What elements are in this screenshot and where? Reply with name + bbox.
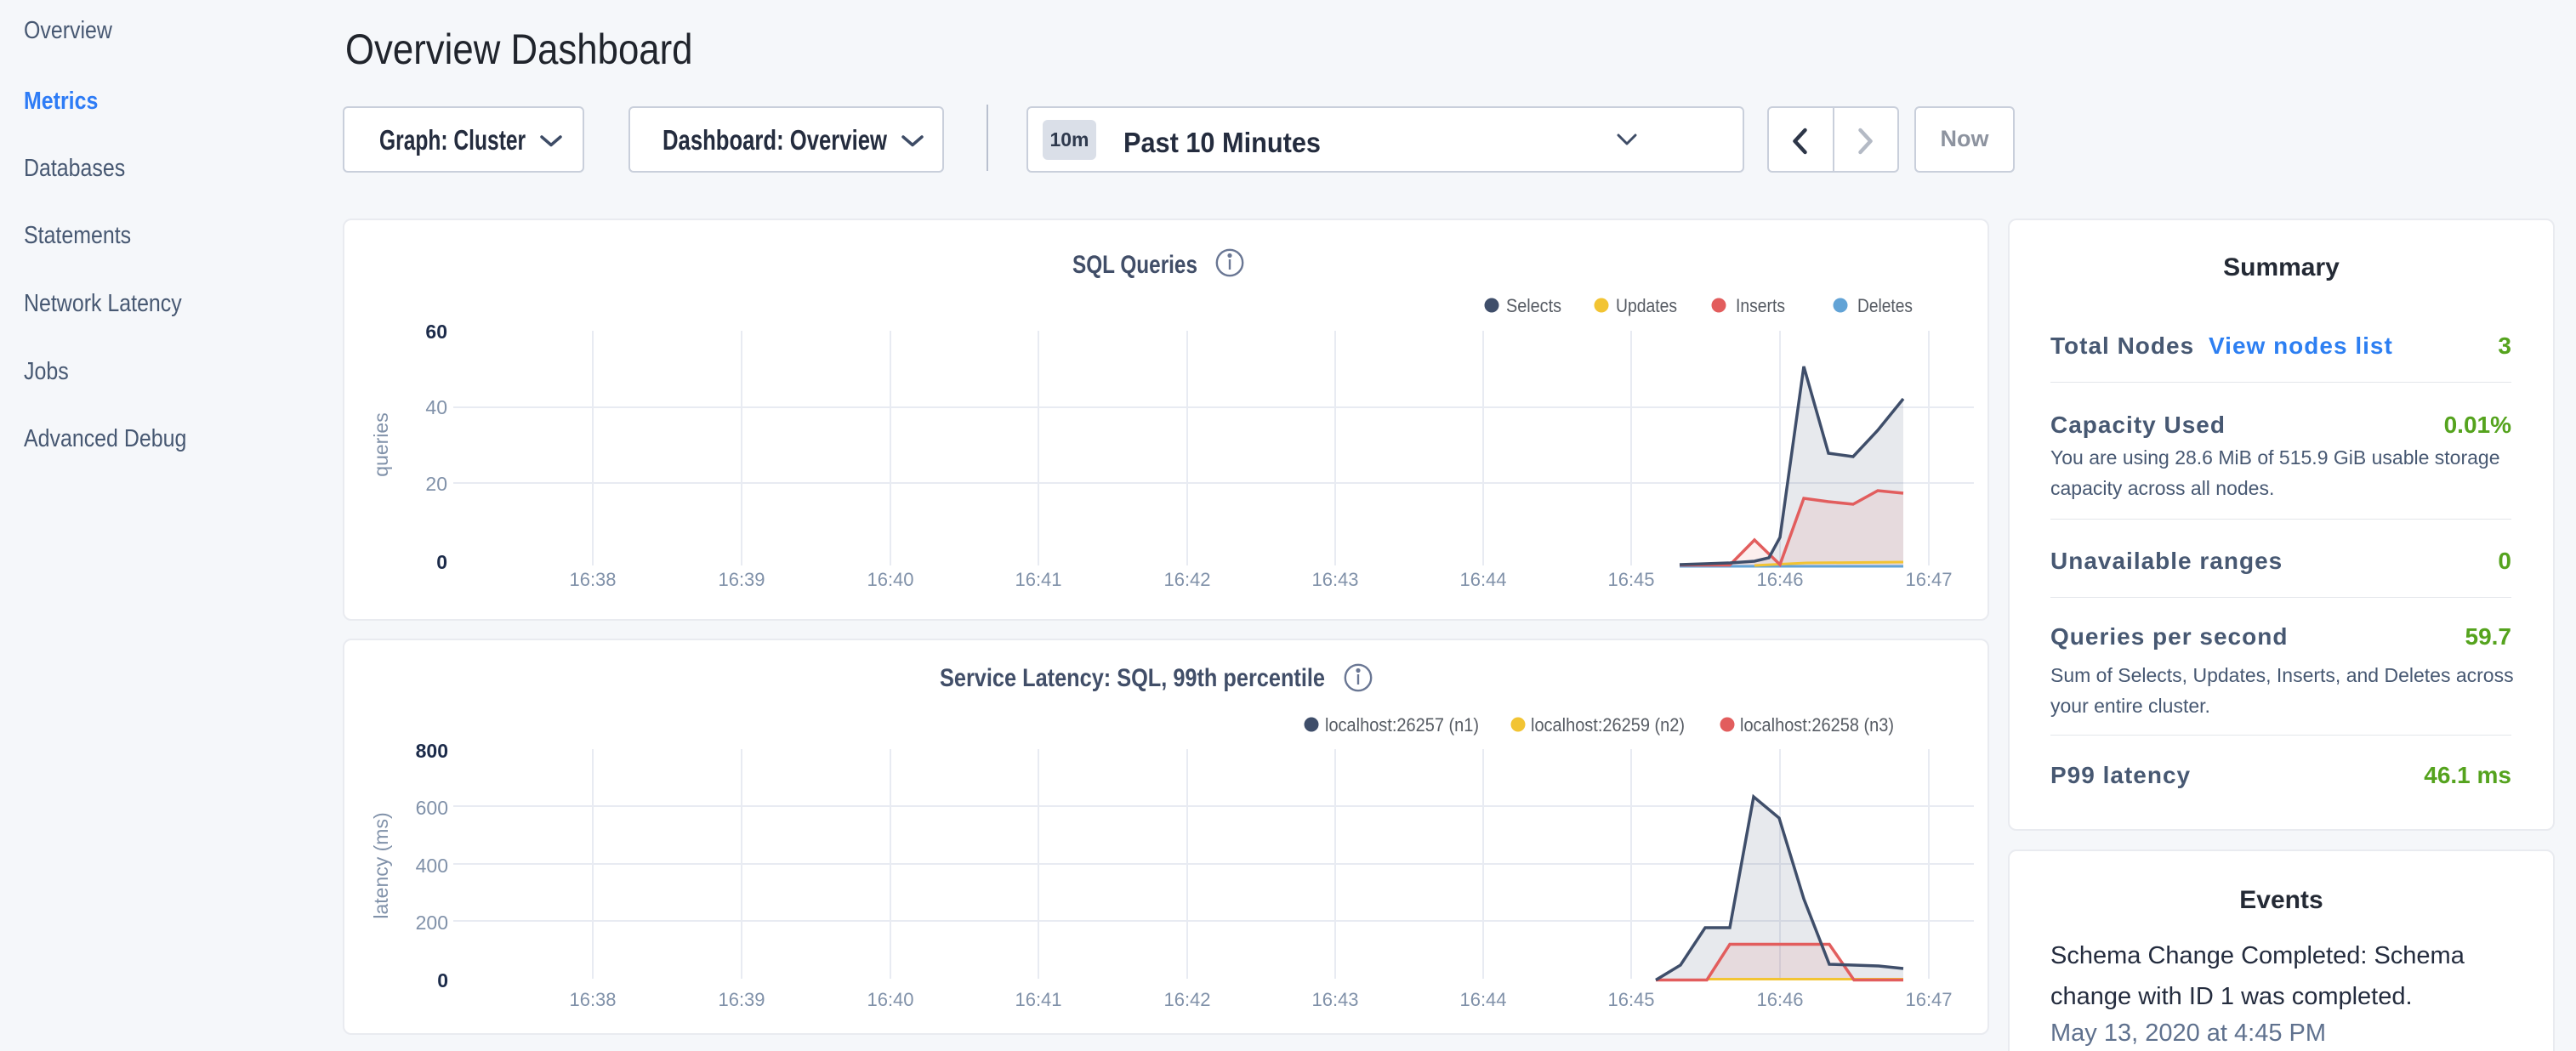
- svg-text:600: 600: [416, 797, 448, 819]
- svg-text:16:38: 16:38: [569, 989, 616, 1010]
- svg-text:200: 200: [416, 912, 448, 934]
- svg-text:16:43: 16:43: [1311, 989, 1358, 1010]
- svg-text:localhost:26257 (n1): localhost:26257 (n1): [1325, 714, 1479, 736]
- svg-text:16:42: 16:42: [1163, 569, 1210, 590]
- svg-text:Updates: Updates: [1616, 295, 1677, 316]
- svg-text:16:42: 16:42: [1163, 989, 1210, 1010]
- svg-text:0: 0: [436, 551, 447, 573]
- svg-text:16:39: 16:39: [718, 989, 765, 1010]
- svg-text:16:45: 16:45: [1607, 989, 1654, 1010]
- svg-text:16:46: 16:46: [1756, 989, 1803, 1010]
- svg-text:60: 60: [425, 321, 447, 343]
- svg-text:Service Latency: SQL, 99th per: Service Latency: SQL, 99th percentile: [940, 664, 1325, 692]
- svg-text:Inserts: Inserts: [1736, 295, 1785, 316]
- svg-text:localhost:26258 (n3): localhost:26258 (n3): [1740, 714, 1894, 736]
- svg-text:16:40: 16:40: [867, 989, 913, 1010]
- svg-text:20: 20: [425, 473, 447, 495]
- svg-text:16:46: 16:46: [1756, 569, 1803, 590]
- svg-text:0: 0: [437, 969, 448, 991]
- svg-text:16:44: 16:44: [1459, 569, 1506, 590]
- svg-text:Deletes: Deletes: [1857, 295, 1913, 316]
- svg-text:SQL Queries: SQL Queries: [1072, 251, 1197, 279]
- svg-text:16:45: 16:45: [1607, 569, 1654, 590]
- svg-text:Selects: Selects: [1506, 295, 1561, 316]
- svg-text:16:41: 16:41: [1015, 989, 1061, 1010]
- svg-text:16:40: 16:40: [867, 569, 913, 590]
- svg-text:localhost:26259 (n2): localhost:26259 (n2): [1531, 714, 1685, 736]
- svg-text:queries: queries: [370, 412, 392, 476]
- svg-text:40: 40: [425, 396, 447, 418]
- svg-text:16:44: 16:44: [1459, 989, 1506, 1010]
- svg-text:16:43: 16:43: [1311, 569, 1358, 590]
- svg-text:800: 800: [416, 740, 448, 762]
- svg-text:16:39: 16:39: [718, 569, 765, 590]
- svg-text:latency (ms): latency (ms): [370, 812, 392, 918]
- svg-text:16:47: 16:47: [1905, 569, 1952, 590]
- svg-text:16:47: 16:47: [1905, 989, 1952, 1010]
- svg-text:16:38: 16:38: [569, 569, 616, 590]
- svg-text:400: 400: [416, 855, 448, 877]
- svg-text:16:41: 16:41: [1015, 569, 1061, 590]
